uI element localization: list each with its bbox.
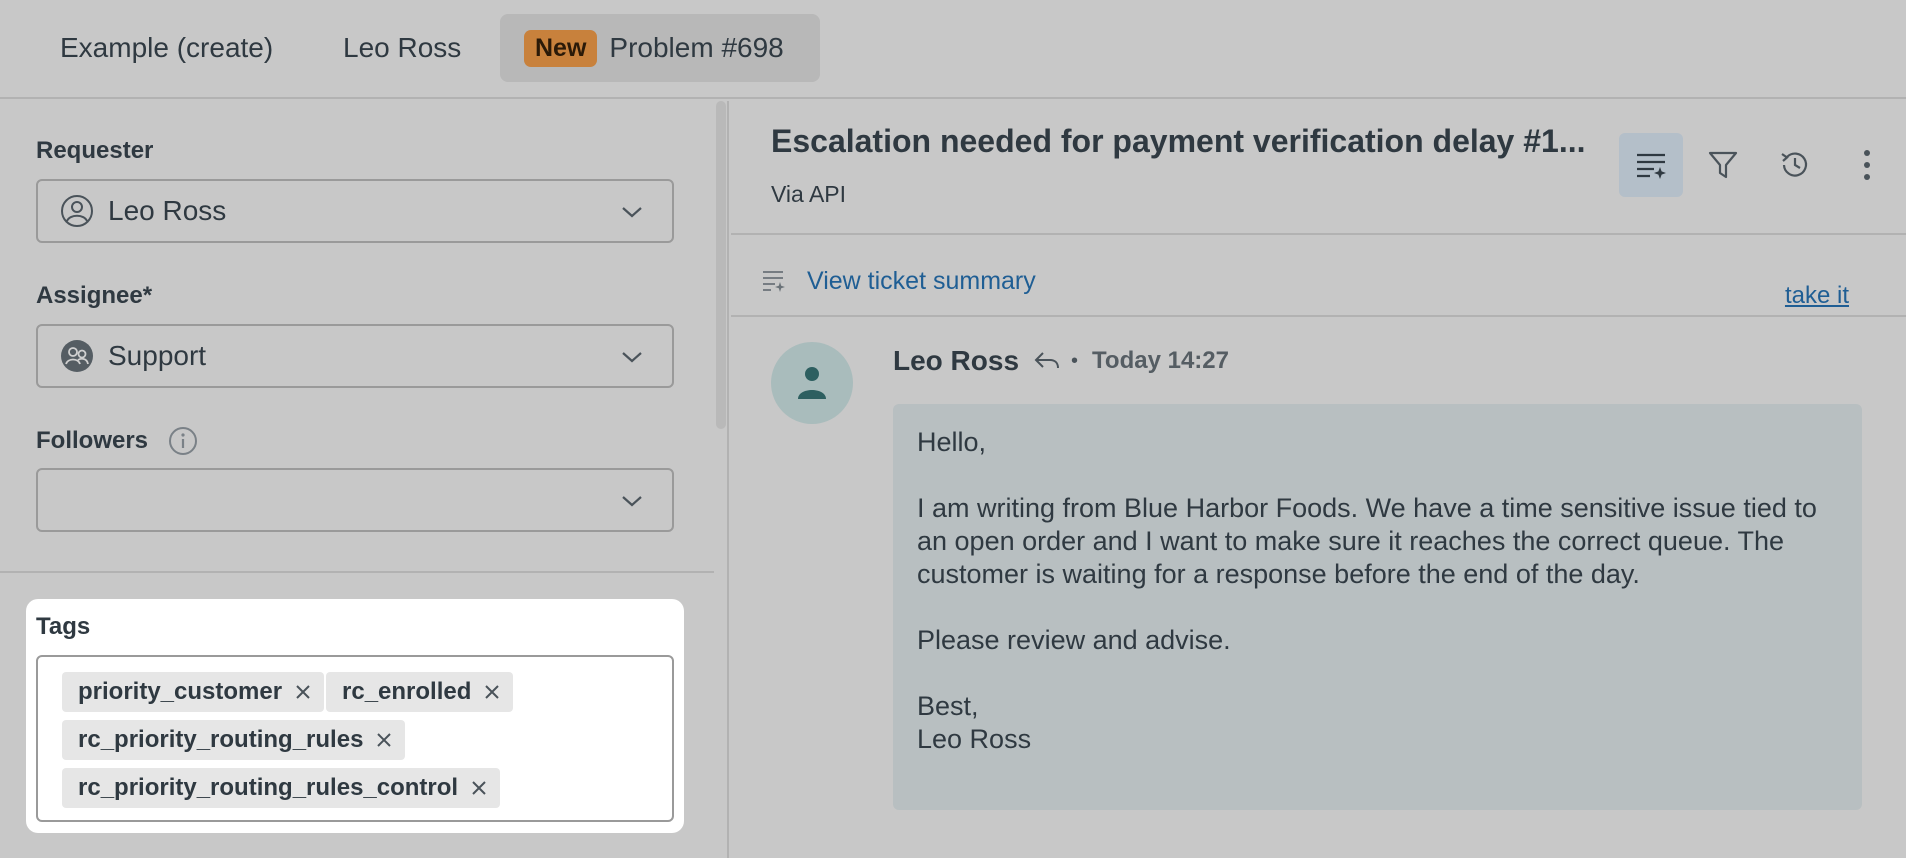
requester-label: Requester (36, 137, 154, 164)
assignee-label: Assignee* (36, 282, 153, 309)
separator-dot: • (1071, 349, 1079, 372)
tab-leo-ross[interactable]: Leo Ross (319, 14, 485, 82)
followers-label: Followers (36, 427, 149, 454)
filter-button[interactable] (1691, 133, 1755, 197)
tab-bar: Example (create) Leo Ross New Problem #6… (0, 0, 1906, 99)
avatar (771, 342, 853, 424)
message-body: Hello, I am writing from Blue Harbor Foo… (893, 404, 1862, 810)
status-badge-new: New (524, 29, 598, 67)
tag-chip: rc_priority_routing_rules (62, 720, 406, 760)
chevron-down-icon (622, 207, 642, 218)
message-signature: Leo Ross (917, 724, 1032, 754)
group-icon (61, 340, 93, 372)
tags-section: Tags priority_customer rc_enrolled rc_pr… (26, 599, 684, 833)
tag-label: rc_priority_routing_rules_control (78, 774, 459, 801)
tag-chip: rc_priority_routing_rules_control (62, 768, 501, 808)
message-signoff: Best, (917, 691, 979, 721)
close-icon[interactable] (470, 779, 488, 797)
tags-label: Tags (36, 613, 91, 640)
assignee-value: Support (108, 340, 207, 371)
history-button[interactable] (1763, 133, 1827, 197)
requester-select[interactable]: Leo Ross (36, 179, 674, 243)
tab-problem-698[interactable]: New Problem #698 (500, 14, 820, 82)
ticket-channel: Via API (771, 181, 847, 207)
ticket-summary-row: View ticket summary (761, 261, 1036, 301)
message-greeting: Hello, (917, 427, 987, 457)
sidebar-scrollbar[interactable] (716, 101, 726, 429)
header-divider (731, 233, 1906, 235)
followers-select[interactable] (36, 468, 674, 532)
reply-icon (1034, 352, 1060, 369)
close-icon[interactable] (483, 683, 501, 701)
summary-divider (731, 315, 1906, 317)
close-icon[interactable] (294, 683, 312, 701)
message-author[interactable]: Leo Ross (893, 345, 1019, 377)
conversation-panel: Escalation needed for payment verificati… (731, 101, 1906, 858)
tab-label: Example (create) (60, 32, 274, 63)
message-timestamp[interactable]: Today 14:27 (1092, 347, 1229, 375)
close-icon[interactable] (375, 731, 393, 749)
chevron-down-icon (622, 352, 642, 363)
requester-value: Leo Ross (108, 195, 227, 226)
tag-label: rc_priority_routing_rules (78, 726, 364, 753)
assignee-select[interactable]: Support (36, 324, 674, 388)
info-icon[interactable] (168, 426, 198, 456)
tag-chip: priority_customer (62, 672, 325, 712)
summary-sparkle-icon (1637, 153, 1666, 179)
tab-label: Leo Ross (343, 32, 462, 63)
tag-chip: rc_enrolled (326, 672, 514, 712)
message-paragraph: I am writing from Blue Harbor Foods. We … (917, 493, 1817, 589)
tags-input[interactable]: priority_customer rc_enrolled rc_priorit… (36, 655, 674, 822)
summary-button[interactable] (1619, 133, 1683, 197)
section-divider (0, 571, 714, 573)
history-icon (1781, 152, 1808, 177)
chevron-down-icon (622, 496, 642, 507)
person-icon (798, 367, 826, 399)
more-options-button[interactable] (1835, 133, 1899, 197)
view-ticket-summary-link[interactable]: View ticket summary (807, 267, 1036, 296)
summary-sparkle-icon (763, 271, 785, 292)
tag-label: rc_enrolled (342, 678, 472, 705)
message-request: Please review and advise. (917, 625, 1231, 655)
tab-example-create[interactable]: Example (create) (36, 14, 297, 82)
tab-label: Problem #698 (609, 32, 784, 63)
more-vertical-icon (1864, 150, 1870, 180)
ticket-subject: Escalation needed for payment verificati… (771, 123, 1586, 159)
filter-icon (1708, 151, 1738, 179)
message-header: Leo Ross • Today 14:27 (893, 345, 1229, 377)
user-circle-icon (61, 195, 93, 227)
tag-label: priority_customer (78, 678, 283, 705)
